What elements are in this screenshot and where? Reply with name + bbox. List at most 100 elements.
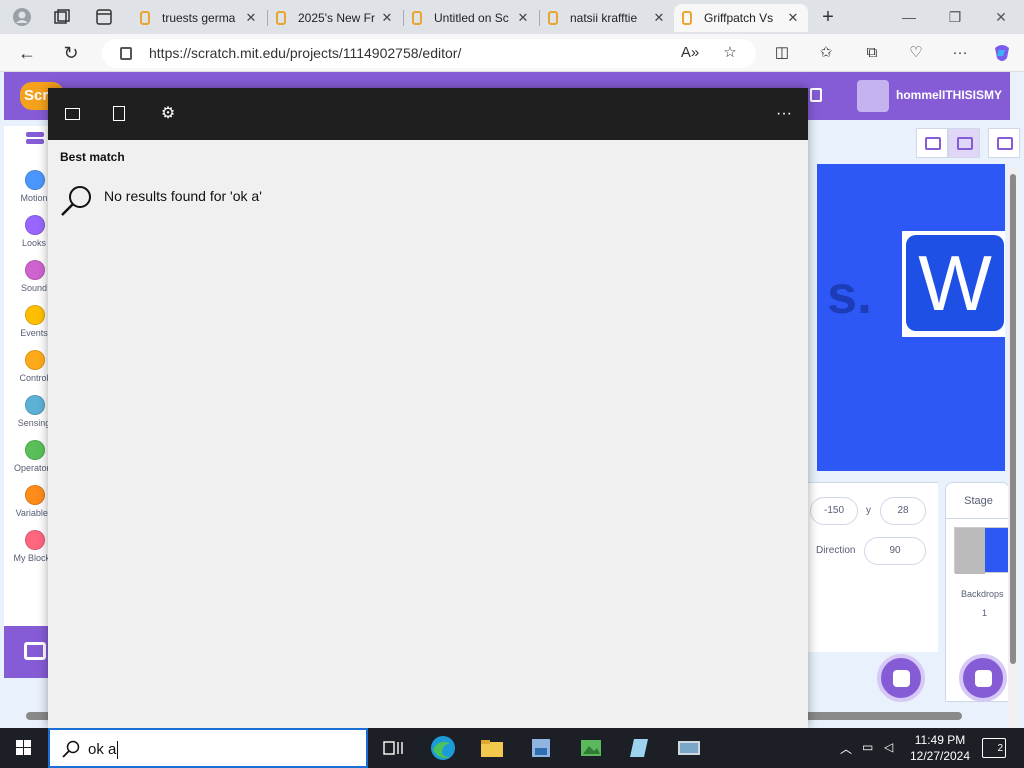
image-icon (975, 670, 992, 687)
w-sprite[interactable]: W (902, 231, 1005, 337)
close-tab-icon[interactable]: ✕ (244, 10, 258, 26)
backdrops-count: 1 (982, 608, 988, 618)
documents-filter-icon[interactable] (107, 102, 131, 126)
search-flyout-header: ⚙ ··· (48, 88, 808, 140)
scratch-favicon (682, 11, 692, 25)
normal-stage-icon (957, 137, 973, 150)
favorite-star-icon[interactable]: ☆ (718, 42, 742, 64)
no-results-item: No results found for 'ok a' (60, 184, 460, 220)
w-sprite-letter: W (906, 235, 1004, 331)
category-dot (25, 215, 45, 235)
apps-filter-icon[interactable] (60, 102, 84, 126)
browser-tab[interactable]: natsii krafftie ✕ (540, 4, 674, 32)
category-dot (25, 350, 45, 370)
scrollbar-thumb[interactable] (1010, 174, 1016, 664)
lock-icon (120, 47, 132, 60)
workspaces-icon[interactable] (50, 5, 74, 29)
close-tab-icon[interactable]: ✕ (380, 10, 394, 26)
category-dot (25, 395, 45, 415)
category-dot (25, 440, 45, 460)
settings-gear-icon[interactable]: ⚙ (156, 102, 180, 126)
stage-text: s. (827, 265, 873, 325)
new-tab-button[interactable]: + (816, 5, 840, 29)
stage-size-toolbar (808, 124, 1020, 160)
minimize-button[interactable]: — (894, 5, 924, 29)
clock-time: 11:49 PM (914, 733, 966, 747)
category-dot (25, 530, 45, 550)
task-view-icon[interactable] (378, 733, 408, 763)
browser-tab[interactable]: truests germa ✕ (132, 4, 266, 32)
tab-actions-icon[interactable] (92, 5, 116, 29)
address-toolbar: ← ↻ https://scratch.mit.edu/projects/111… (0, 34, 1024, 72)
add-backdrop-button[interactable] (959, 654, 1007, 702)
my-stuff-icon[interactable] (810, 88, 822, 102)
remote-desktop-icon[interactable] (674, 733, 704, 763)
backdrop-thumbnail[interactable] (954, 527, 1011, 574)
search-icon (62, 740, 80, 758)
close-tab-icon[interactable]: ✕ (652, 10, 666, 26)
taskbar: ok a ︿ ▭ ◁ 11:49 PM 12/27/2024 2 (0, 728, 1024, 768)
scratch-favicon (140, 11, 150, 25)
sprite-y-field[interactable]: 28 (880, 497, 926, 525)
category-dot (25, 485, 45, 505)
start-button[interactable] (0, 728, 48, 768)
stage-canvas[interactable]: s. W (817, 164, 1005, 471)
show-hidden-icons-chevron-icon[interactable]: ︿ (840, 740, 852, 757)
small-stage-button[interactable] (916, 128, 948, 158)
volume-icon[interactable]: ◁ (884, 740, 893, 754)
best-match-heading: Best match (60, 150, 125, 164)
username[interactable]: hommelITHISISMY (896, 88, 1002, 102)
close-tab-icon[interactable]: ✕ (516, 10, 530, 26)
close-tab-icon[interactable]: ✕ (786, 10, 800, 26)
notes-app-icon[interactable] (625, 733, 655, 763)
backdrops-label: Backdrops (961, 589, 1004, 599)
copilot-icon[interactable] (990, 42, 1014, 64)
more-options-icon[interactable]: ··· (772, 102, 796, 126)
y-label: y (866, 505, 871, 516)
no-results-text: No results found for 'ok a' (104, 188, 262, 204)
add-sprite-button[interactable] (877, 654, 925, 702)
sprite-x-field[interactable]: -150 (810, 497, 858, 525)
desktop: truests germa ✕ 2025's New Fr ✕ Untitled… (0, 0, 1024, 768)
sprite-direction-field[interactable]: 90 (864, 537, 926, 565)
stage-panel-title: Stage (946, 483, 1011, 519)
address-bar[interactable]: https://scratch.mit.edu/projects/1114902… (102, 39, 756, 68)
direction-label: Direction (816, 545, 856, 556)
network-icon[interactable]: ▭ (862, 740, 873, 754)
app-icon[interactable] (526, 733, 556, 763)
category-dot (25, 170, 45, 190)
browser-tab-active[interactable]: Griffpatch Vs ✕ (674, 4, 808, 32)
browser-tab[interactable]: Untitled on Sc ✕ (404, 4, 538, 32)
vertical-scrollbar[interactable] (1008, 168, 1018, 728)
search-flyout: ⚙ ··· Best match No results found for 'o… (48, 88, 808, 728)
browser-tab-bar: truests germa ✕ 2025's New Fr ✕ Untitled… (0, 0, 1024, 34)
profile-icon[interactable] (10, 5, 34, 29)
fullscreen-button[interactable] (988, 128, 1020, 158)
collections-icon[interactable]: ⧉ (860, 42, 884, 64)
restore-button[interactable]: ❐ (940, 5, 970, 29)
edge-browser-icon[interactable] (428, 733, 458, 763)
avatar[interactable] (857, 80, 889, 112)
scratch-favicon (548, 11, 558, 25)
more-menu-icon[interactable]: ··· (948, 42, 972, 64)
fullscreen-icon (997, 137, 1013, 150)
favorites-icon[interactable]: ✩ (814, 42, 838, 64)
category-dot (25, 305, 45, 325)
refresh-button[interactable]: ↻ (58, 40, 84, 66)
notification-center-icon[interactable]: 2 (982, 738, 1006, 758)
text-caret (117, 741, 118, 759)
read-aloud-icon[interactable]: A» (678, 42, 702, 64)
back-button[interactable]: ← (14, 40, 40, 66)
file-explorer-icon[interactable] (477, 733, 507, 763)
search-query: ok a (88, 741, 117, 758)
sprite-info-panel: -150 y 28 Direction 90 (808, 482, 938, 652)
system-clock[interactable]: 11:49 PM 12/27/2024 (904, 732, 976, 764)
scratch-favicon (276, 11, 286, 25)
normal-stage-button[interactable] (948, 128, 980, 158)
close-window-button[interactable]: ✕ (986, 5, 1016, 29)
image-viewer-icon[interactable] (576, 733, 606, 763)
taskbar-search-input[interactable]: ok a (48, 728, 368, 768)
browser-tab[interactable]: 2025's New Fr ✕ (268, 4, 402, 32)
split-screen-icon[interactable]: ◫ (770, 42, 794, 64)
browser-essentials-icon[interactable]: ♡ (904, 42, 928, 64)
